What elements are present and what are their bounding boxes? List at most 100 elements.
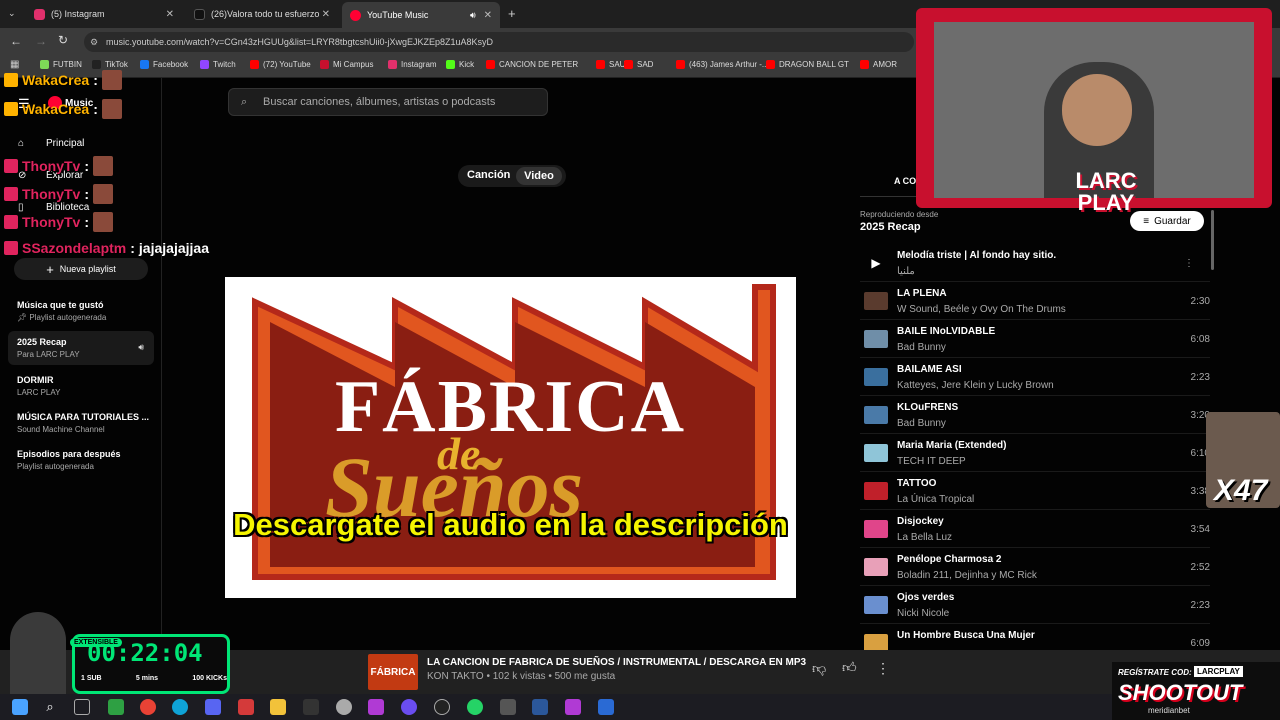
close-icon[interactable]: ✕ <box>484 10 492 21</box>
site-info-icon[interactable]: ⚙ <box>90 32 98 52</box>
capcut-icon[interactable] <box>303 699 319 715</box>
player-title[interactable]: LA CANCION DE FABRICA DE SUEÑOS / INSTRU… <box>427 657 806 668</box>
bookmark-item[interactable]: Twitch <box>200 60 236 69</box>
track-thumbnail[interactable] <box>864 368 888 386</box>
new-playlist-label: Nueva playlist <box>59 264 116 274</box>
task-view-icon[interactable] <box>74 699 90 715</box>
queue-item[interactable]: TATTOO La Única Tropical 3:38 <box>860 472 1210 510</box>
tab-instagram[interactable]: (5) Instagram ✕ <box>26 4 182 24</box>
new-playlist-button[interactable]: + Nueva playlist <box>14 258 148 280</box>
chat-username: ThonyTv <box>22 158 81 174</box>
queue-item[interactable]: BAILE INoLVIDABLE Bad Bunny 6:08 <box>860 320 1210 358</box>
queue-item[interactable]: Penélope Charmosa 2 Boladin 211, Dejinha … <box>860 548 1210 586</box>
queue-item[interactable]: LA PLENA W Sound, Beéle y Ovy On The Drum… <box>860 282 1210 320</box>
video-player[interactable]: FÁBRICA de Sueños Descargate el audio en… <box>225 277 796 598</box>
new-tab-button[interactable]: + <box>508 6 516 21</box>
bookmark-label: DRAGON BALL GT <box>779 60 849 69</box>
timer-overlay: 00:22:04 1 SUB 5 mins 100 KICKs EXTENSIB… <box>0 608 232 694</box>
bookmark-item[interactable]: DRAGON BALL GT <box>766 60 849 69</box>
bookmark-item[interactable]: SAD <box>624 60 653 69</box>
track-thumbnail[interactable] <box>864 406 888 424</box>
queue-tab[interactable]: A CO <box>894 176 916 186</box>
windows-start-icon[interactable] <box>12 699 28 715</box>
search-input[interactable]: ⌕ Buscar canciones, álbumes, artistas o … <box>228 88 548 116</box>
track-duration: 2:23 <box>1190 600 1210 611</box>
app-icon[interactable] <box>108 699 124 715</box>
track-thumbnail[interactable] <box>864 558 888 576</box>
queue-item[interactable]: KLOuFRENS Bad Bunny 3:20 <box>860 396 1210 434</box>
track-thumbnail[interactable] <box>864 596 888 614</box>
bookmark-item[interactable]: Mi Campus <box>320 60 373 69</box>
track-thumbnail[interactable] <box>864 482 888 500</box>
apps-icon[interactable]: ▦ <box>10 59 19 70</box>
bookmark-item[interactable]: Instagram <box>388 60 437 69</box>
search-icon[interactable]: ⌕ <box>42 699 58 715</box>
track-title: BAILE INoLVIDABLE <box>897 326 996 337</box>
chrome-icon[interactable] <box>140 699 156 715</box>
tab-video[interactable]: Video <box>516 167 562 185</box>
tab-song[interactable]: Canción <box>467 169 510 181</box>
app-icon[interactable] <box>336 699 352 715</box>
track-thumbnail[interactable] <box>864 292 888 310</box>
edge-icon[interactable] <box>172 699 188 715</box>
queue-item-current[interactable]: ▶ Melodía triste | Al fondo hay sitio. ملن… <box>860 244 1210 282</box>
playlist-item[interactable]: Música que te gustó 📌︎ Playlist autogene… <box>17 300 106 322</box>
timer-label: EXTENSIBLE <box>70 638 122 647</box>
app-icon[interactable] <box>368 699 384 715</box>
speaker-icon[interactable]: 🔊︎ <box>470 10 476 21</box>
track-thumbnail[interactable] <box>864 444 888 462</box>
track-thumbnail[interactable] <box>864 330 888 348</box>
whatsapp-icon[interactable] <box>467 699 483 715</box>
playlist-item-active[interactable]: 2025 Recap Para LARC PLAY 🔊︎ <box>8 331 154 365</box>
like-icon[interactable]: 👍︎ <box>842 659 857 676</box>
app-icon[interactable] <box>598 699 614 715</box>
obs-icon[interactable] <box>434 699 450 715</box>
bookmark-item[interactable]: (72) YouTube <box>250 60 311 69</box>
app-icon[interactable] <box>401 699 417 715</box>
chat-emote-icon <box>93 212 114 232</box>
more-options-icon[interactable]: ⋮ <box>876 660 890 677</box>
queue-scrollbar[interactable] <box>1211 210 1214 270</box>
playlist-item[interactable]: DORMIR LARC PLAY <box>17 375 60 397</box>
player-meta[interactable]: KON TAKTO • 102 k vistas • 500 me gusta <box>427 671 615 682</box>
forward-icon[interactable]: → <box>35 34 47 48</box>
bookmark-item[interactable]: (463) James Arthur -... <box>676 60 769 69</box>
discord-icon[interactable] <box>205 699 221 715</box>
track-thumbnail[interactable] <box>864 520 888 538</box>
queue-item[interactable]: Ojos verdes Nicki Nicole 2:23 <box>860 586 1210 624</box>
bookmark-item[interactable]: CANCION DE PETER <box>486 60 578 69</box>
bookmark-item[interactable]: FUTBIN <box>40 60 82 69</box>
tab-tiktok[interactable]: (26)Valora todo tu esfuerzo por ✕ <box>186 4 338 24</box>
queue-item[interactable]: BAILAME ASI Katteyes, Jere Klein y Lucky … <box>860 358 1210 396</box>
app-icon[interactable] <box>238 699 254 715</box>
nav-label: Principal <box>46 138 85 149</box>
bookmark-label: TikTok <box>105 60 128 69</box>
more-options-icon[interactable]: ⋮ <box>1184 258 1194 269</box>
word-icon[interactable] <box>532 699 548 715</box>
playlist-item[interactable]: MÚSICA PARA TUTORIALES ... Sound Machine… <box>17 412 149 434</box>
url-field[interactable]: ⚙ music.youtube.com/watch?v=CGn43zHGUUg&… <box>84 32 914 52</box>
tab-youtube-music[interactable]: YouTube Music 🔊︎ ✕ <box>342 2 500 28</box>
playlist-item[interactable]: Episodios para después Playlist autogene… <box>17 449 121 471</box>
chat-badge-icon <box>4 73 18 87</box>
queue-item[interactable]: Maria Maria (Extended) TECH IT DEEP 6:10 <box>860 434 1210 472</box>
close-icon[interactable]: ✕ <box>322 9 330 20</box>
dislike-icon[interactable]: 👎︎ <box>812 660 826 677</box>
calculator-icon[interactable] <box>500 699 516 715</box>
bookmark-item[interactable]: Facebook <box>140 60 188 69</box>
close-icon[interactable]: ✕ <box>166 9 174 20</box>
nav-home[interactable]: ⌂ Principal <box>18 138 84 149</box>
player-thumbnail[interactable]: FÁBRICA <box>368 654 418 690</box>
tab-search-icon[interactable]: ⌄ <box>8 8 16 19</box>
track-title: LA PLENA <box>897 288 947 299</box>
queue-item[interactable]: Disjockey La Bella Luz 3:54 <box>860 510 1210 548</box>
file-explorer-icon[interactable] <box>270 699 286 715</box>
play-icon[interactable]: ▶ <box>864 254 888 272</box>
bookmark-item[interactable]: AMOR <box>860 60 897 69</box>
app-icon[interactable] <box>565 699 581 715</box>
bookmark-item[interactable]: SAU <box>596 60 625 69</box>
bookmark-item[interactable]: Kick <box>446 60 474 69</box>
reload-icon[interactable]: ↻ <box>58 33 68 47</box>
back-icon[interactable]: ← <box>10 34 22 48</box>
bookmark-item[interactable]: TikTok <box>92 60 128 69</box>
